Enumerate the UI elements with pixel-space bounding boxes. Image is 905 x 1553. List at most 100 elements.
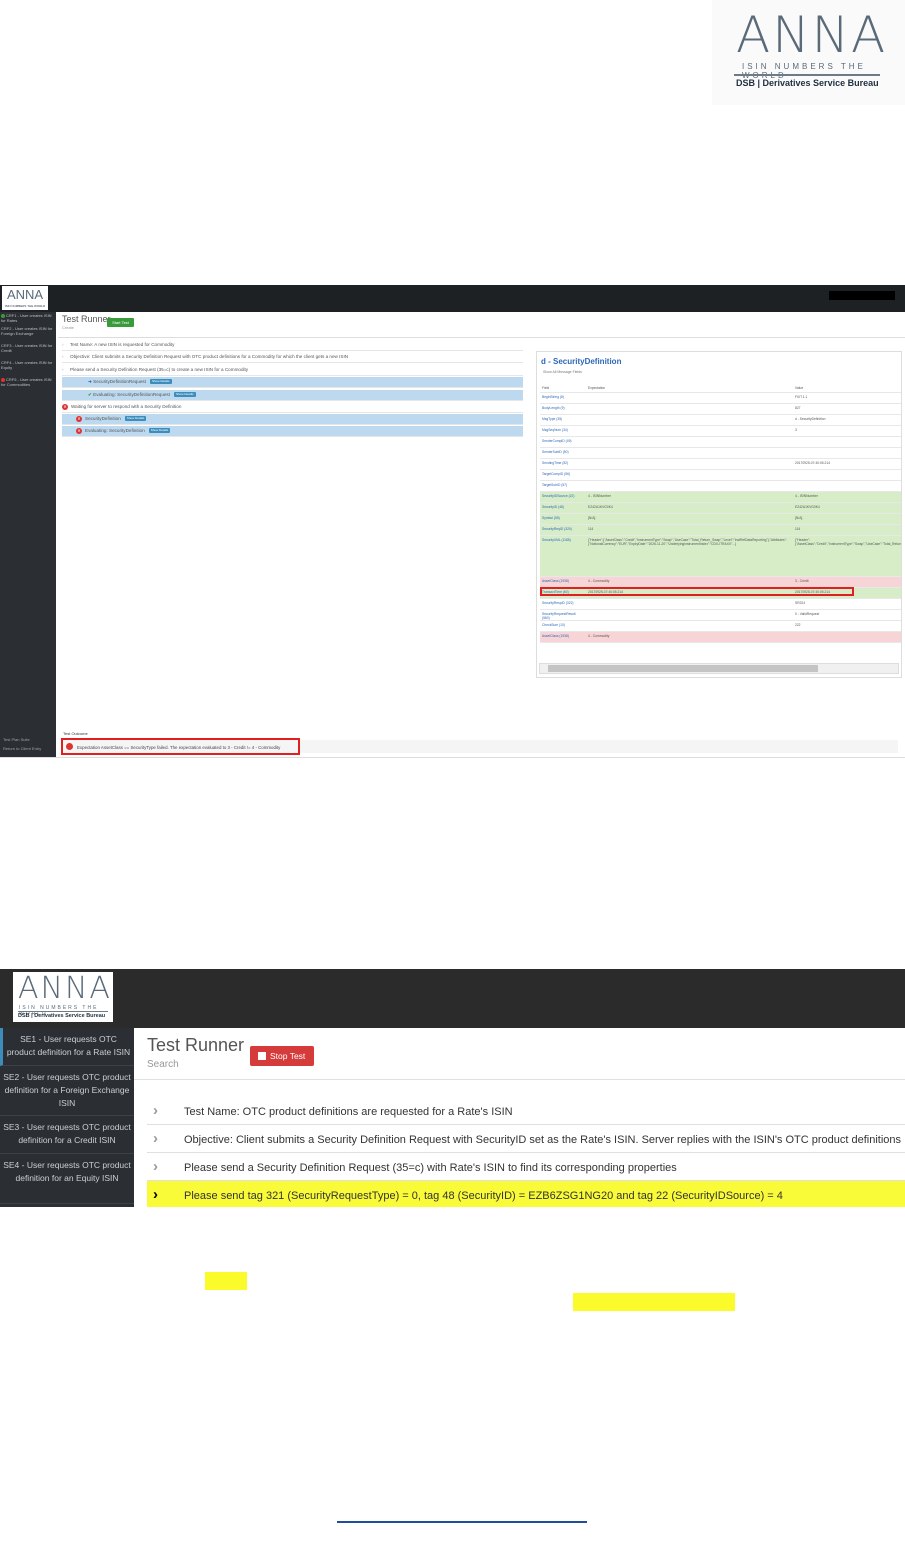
sidebar-item[interactable]: CRF3 - User creates ISIN for Credit (1, 343, 54, 353)
step-row[interactable]: ✔ Evaluating: SecurityDefinitionRequest S… (62, 390, 523, 401)
stop-test-label: Stop Test (270, 1051, 306, 1061)
step-text: Evaluating: SecurityDefinitionRequest (93, 392, 171, 397)
stop-test-button[interactable]: Stop Test (250, 1046, 314, 1066)
table-row: SecurityReqID (320) 114 114 (540, 525, 901, 536)
step-text: Test Name: A new ISIN is requested for C… (70, 342, 175, 347)
field-name-cell[interactable]: TargetSubID (57) (542, 483, 582, 487)
table-row: BodyLength (9) 827 (540, 404, 901, 415)
show-details-button[interactable]: Show Details (174, 392, 196, 398)
screenshot-rate-isin-test: ANNA ISIN NUMBERS THE WORLD DSB | Deriva… (0, 969, 905, 1207)
step-text: SecurityDefinition (85, 416, 121, 421)
user-menu[interactable] (829, 291, 895, 300)
start-test-button[interactable]: Start Test (107, 318, 134, 327)
sidebar-link-test-plan[interactable]: Test Plan Suite (3, 737, 30, 742)
app-logo[interactable]: ANNA ISIN NUMBERS THE WORLD (2, 286, 48, 310)
field-name-cell[interactable]: SenderSubID (50) (542, 450, 582, 454)
field-name-cell[interactable]: SecurityRespID (322) (542, 601, 582, 605)
step-text: Please send tag 321 (SecurityRequestType… (184, 1190, 783, 1202)
message-fields-table: Field Expectation Value BeginString (8) F… (540, 384, 901, 643)
field-name-cell[interactable]: TargetCompID (56) (542, 472, 582, 476)
table-row: TargetCompID (56) (540, 470, 901, 481)
chevron-right-icon: › (153, 1130, 158, 1147)
field-name-cell[interactable]: SecurityIDSource (22) (542, 494, 582, 498)
highlight-box-assetclass (540, 587, 854, 596)
field-name-cell[interactable]: SecurityID (48) (542, 505, 582, 509)
app-logo-wordmark: ANNA (6, 287, 44, 302)
sidebar-item-se2[interactable]: SE2 - User requests OTC product definiti… (0, 1066, 134, 1116)
table-row: SecurityRespID (322) SR224 (540, 599, 901, 610)
sidebar-link-return[interactable]: Return to Client Entry (3, 746, 41, 751)
step-row[interactable]: › Please send a Security Definition Reque… (62, 365, 523, 376)
sidebar-item[interactable]: CRF4 - User creates ISIN for Equity (1, 360, 54, 370)
field-name-cell[interactable]: Symbol (55) (542, 516, 582, 520)
horizontal-scrollbar[interactable] (539, 663, 899, 674)
step-row[interactable]: › Test Name: A new ISIN is requested for … (62, 340, 523, 351)
column-header: Field (542, 386, 550, 390)
step-row[interactable]: ✕ Evaluating: SecurityDefinition Show Deta… (62, 426, 523, 437)
field-name-cell[interactable]: SecurityXML (1185) (542, 538, 582, 542)
sidebar-item[interactable]: CRF1 - User creates ISIN for Rates (1, 313, 54, 323)
chevron-right-icon: › (62, 342, 64, 347)
sidebar-item-se3[interactable]: SE3 - User requests OTC product definiti… (0, 1116, 134, 1154)
field-name-cell[interactable]: SecurityReqID (320) (542, 527, 582, 531)
step-row[interactable]: › Test Name: OTC product definitions are … (147, 1097, 905, 1125)
message-detail-panel: d - SecurityDefinition Show All Message … (536, 351, 902, 678)
table-row: MsgType (35) d - SecurityDefinition (540, 415, 901, 426)
column-header: Value (795, 386, 804, 390)
show-details-button[interactable]: Show Details (148, 428, 171, 434)
step-row-highlighted[interactable]: › Please send tag 321 (SecurityRequestTyp… (147, 1181, 905, 1207)
table-row: SecurityXML (1185) {"Header":{"AssetClass… (540, 536, 901, 577)
divider (134, 1079, 905, 1080)
expectation-cell: 4 - Commodity (588, 579, 610, 583)
step-row[interactable]: ✕ SecurityDefinition Show Details (62, 414, 523, 425)
chevron-right-icon: › (62, 354, 64, 359)
field-name-cell[interactable]: CheckSum (10) (542, 623, 582, 627)
show-all-fields-toggle[interactable]: Show All Message Fields (543, 370, 582, 374)
value-cell: 3 - Credit (795, 579, 809, 583)
table-row: AssetClass (1938) 4 - Commodity (540, 632, 901, 643)
value-cell: FIXT.1.1 (795, 395, 808, 399)
field-name-cell[interactable]: AssetClass (1938) (542, 579, 582, 583)
app-logo-tagline: ISIN NUMBERS THE WORLD (4, 304, 46, 308)
sidebar-item[interactable]: CRF2 - User creates ISIN for Foreign Exc… (1, 326, 54, 336)
sidebar-item-label: CRF1 - User creates ISIN for Rates (1, 313, 52, 323)
step-text: Evaluating: SecurityDefinition (85, 428, 145, 433)
app-logo[interactable]: ANNA ISIN NUMBERS THE WORLD DSB | Deriva… (13, 972, 113, 1022)
value-cell: 114 (795, 527, 801, 531)
sidebar-item-se1[interactable]: SE1 - User requests OTC product definiti… (0, 1028, 134, 1066)
step-text: Objective: Client submits a Security Def… (70, 354, 349, 359)
expectation-cell: [N/A] (588, 516, 596, 520)
step-text: Please send a Security Definition Reques… (70, 367, 249, 372)
chevron-right-icon: › (153, 1186, 158, 1203)
step-row[interactable]: › Please send a Security Definition Reque… (147, 1153, 905, 1181)
page-title: Test Runner (62, 314, 111, 324)
field-name-cell[interactable]: SendingTime (52) (542, 461, 582, 465)
field-name-cell[interactable]: BodyLength (9) (542, 406, 582, 410)
step-row[interactable]: › Objective: Client submits a Security De… (62, 352, 523, 363)
field-name-cell[interactable]: BeginString (8) (542, 395, 582, 399)
table-row: CheckSum (10) 222 (540, 621, 901, 632)
scrollbar-thumb[interactable] (548, 665, 818, 672)
field-name-cell[interactable]: SecurityRequestResult (560) (542, 612, 582, 620)
field-name-cell[interactable]: MsgSeqNum (34) (542, 428, 582, 432)
outcome-label: Test Outcome (63, 731, 88, 736)
field-name-cell[interactable]: SenderCompID (49) (542, 439, 582, 443)
value-cell: 20170925-07:40:05.214 (795, 461, 831, 465)
show-details-button[interactable]: Show Details (150, 379, 172, 385)
step-row[interactable]: › Objective: Client submits a Security De… (147, 1125, 905, 1153)
expectation-cell: EZ42A1KVG0K4 (588, 505, 613, 509)
divider (58, 337, 905, 338)
step-row[interactable]: ✕ Waiting for server to respond with a Se… (62, 402, 523, 413)
hyperlink-underline[interactable] (337, 1521, 587, 1523)
sidebar: SE1 - User requests OTC product definiti… (0, 1028, 134, 1207)
sidebar-item[interactable]: CRF5 - User creates ISIN for Commodities (1, 377, 54, 387)
table-row: SendingTime (52) 20170925-07:40:05.214 (540, 459, 901, 470)
field-name-cell[interactable]: MsgType (35) (542, 417, 582, 421)
show-details-button[interactable]: Show Details (124, 416, 147, 422)
field-name-cell[interactable]: AssetClass (1938) (542, 634, 582, 638)
sidebar-item-se4[interactable]: SE4 - User requests OTC product definiti… (0, 1154, 134, 1204)
table-row: MsgSeqNum (34) 3 (540, 426, 901, 437)
top-bar (0, 969, 905, 1028)
panel-title: d - SecurityDefinition (541, 357, 622, 366)
step-row[interactable]: ➜ SecurityDefinitionRequest Show Details (62, 377, 523, 388)
